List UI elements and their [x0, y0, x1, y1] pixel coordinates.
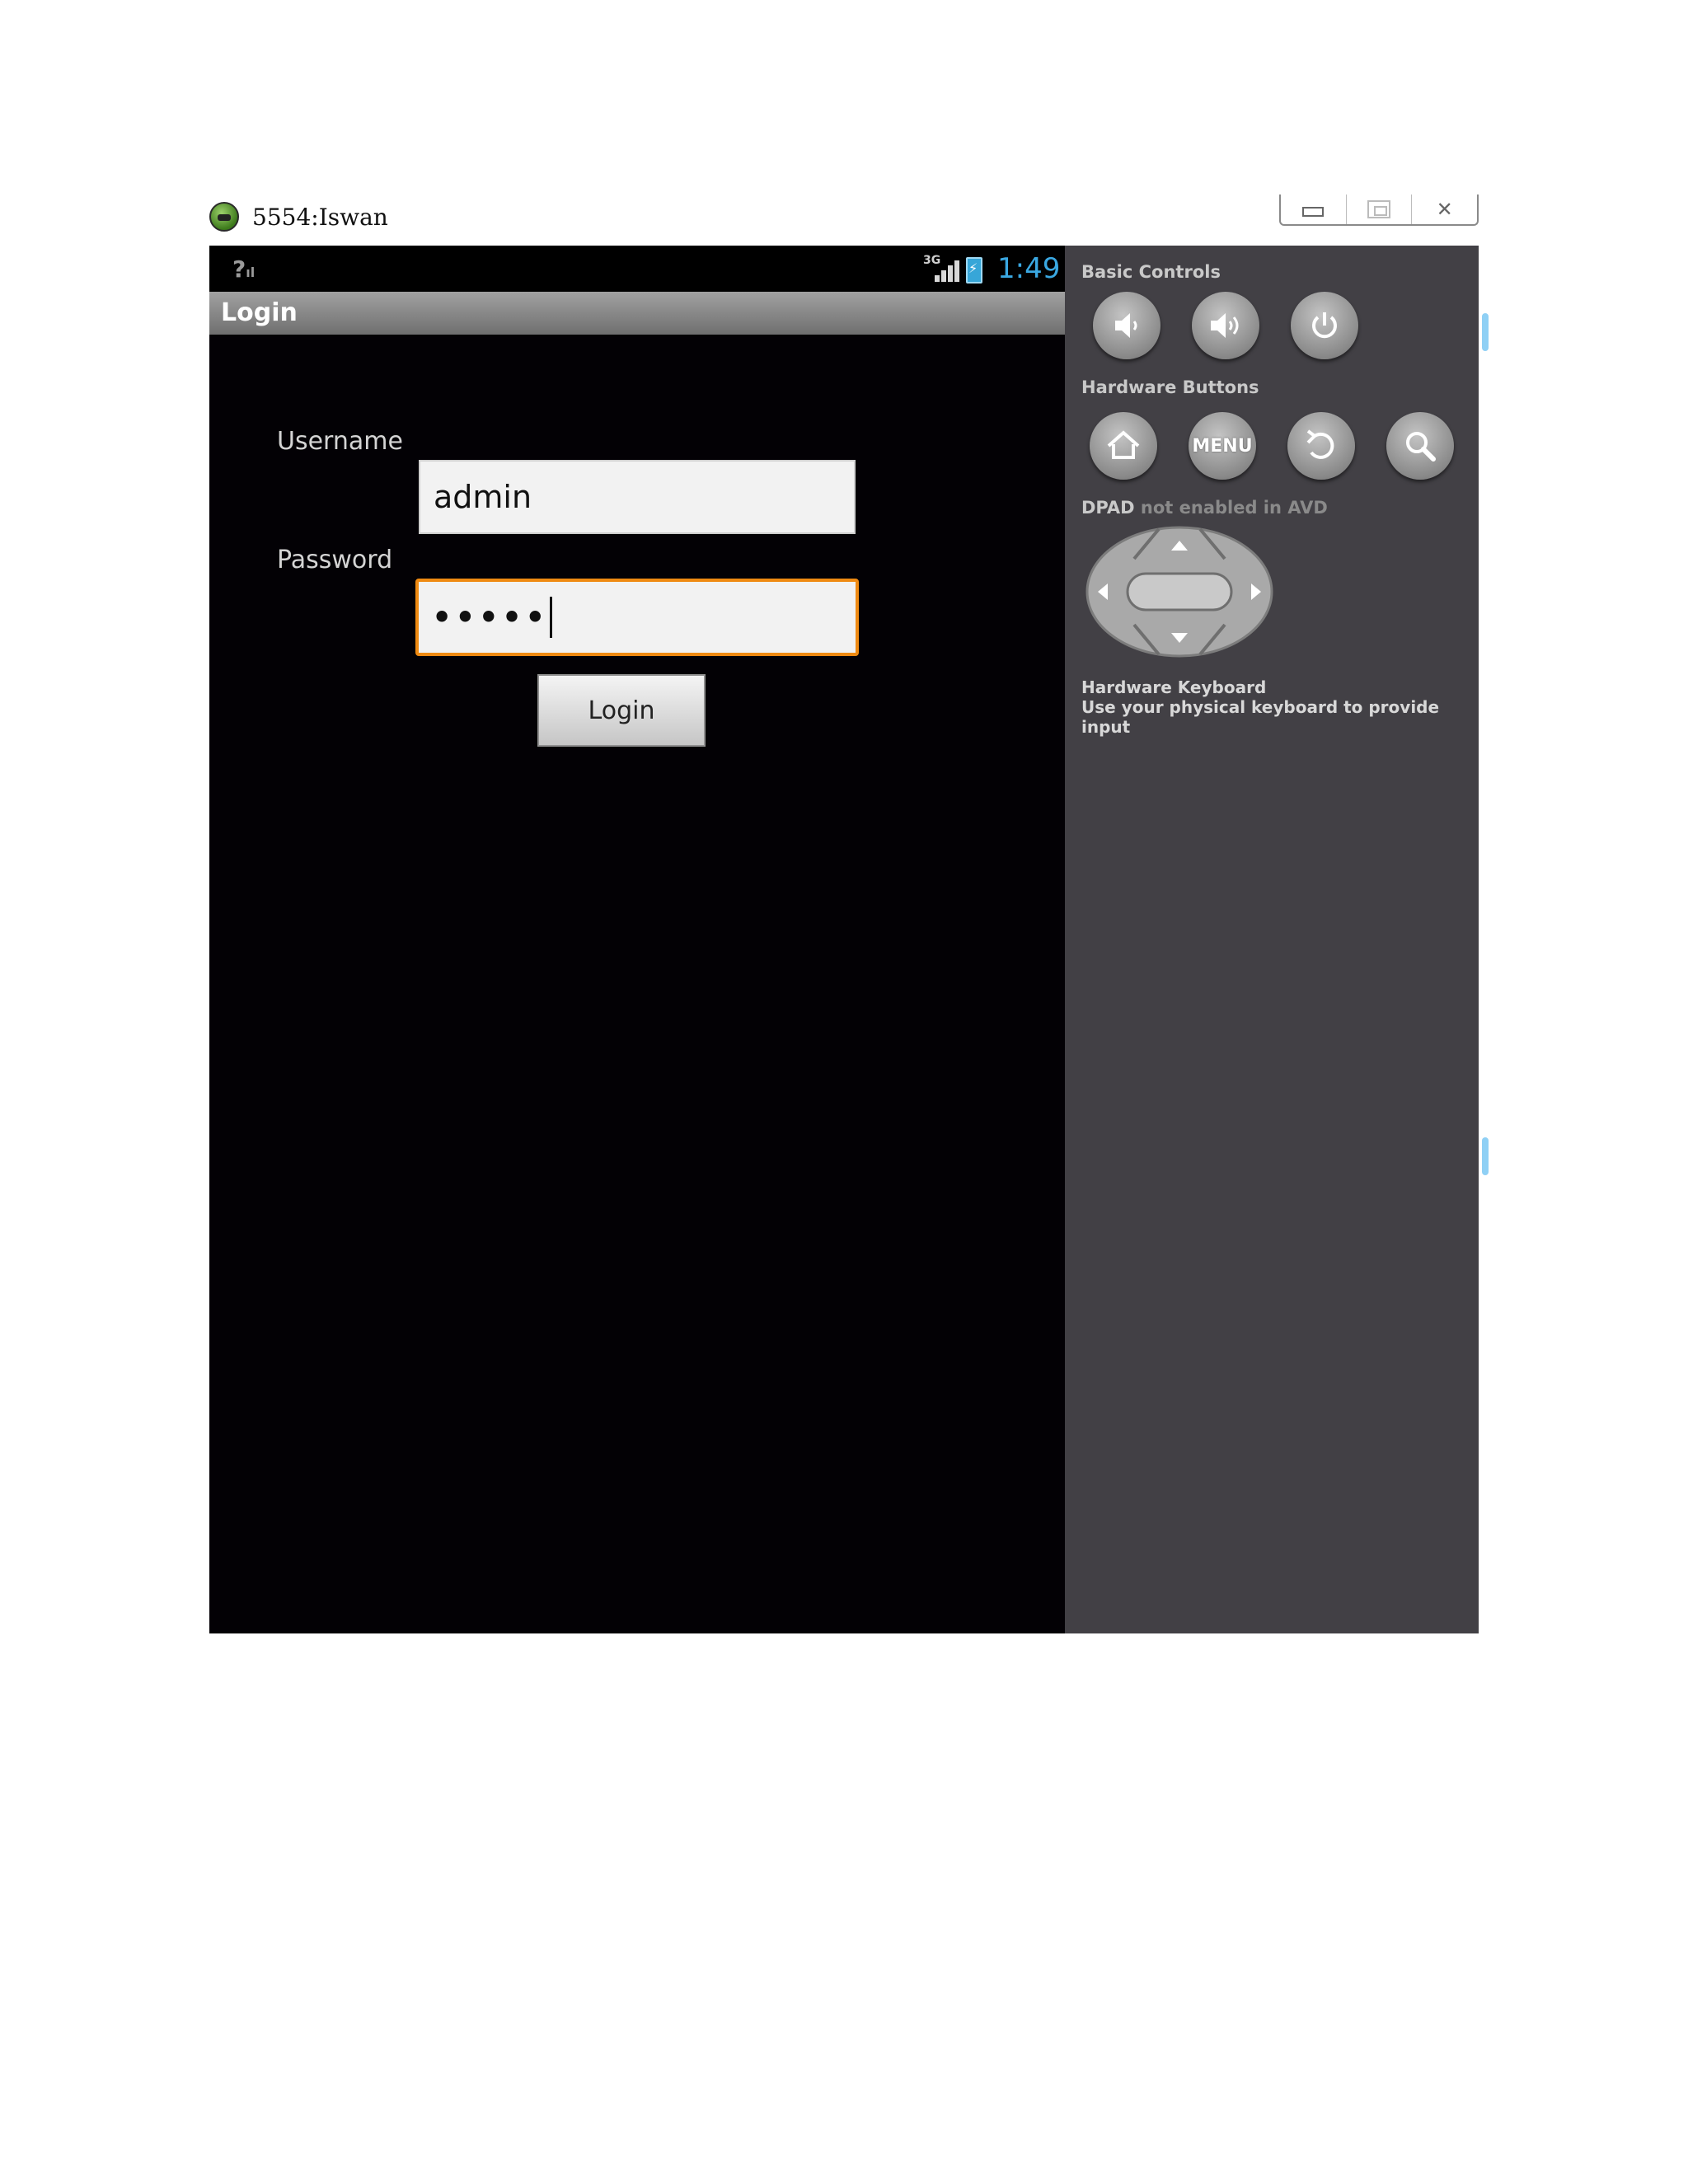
- username-field[interactable]: admin: [419, 460, 856, 534]
- password-masked-value: •••••: [432, 599, 549, 635]
- hardware-keyboard-title: Hardware Keyboard: [1081, 677, 1267, 697]
- username-label: Username: [277, 427, 403, 456]
- status-bar: ?ıl 3G 1:49: [209, 246, 1065, 292]
- home-button[interactable]: [1090, 412, 1157, 480]
- volume-up-icon: [1211, 313, 1239, 338]
- window-frame-highlight: [1482, 1137, 1489, 1175]
- hardware-keyboard-subtitle: Use your physical keyboard to provide in…: [1081, 697, 1440, 737]
- volume-up-button[interactable]: [1192, 292, 1259, 359]
- search-icon: [1406, 432, 1436, 462]
- network-type: 3G: [923, 254, 941, 267]
- android-emulator-icon: [209, 202, 239, 232]
- power-icon: [1312, 312, 1337, 339]
- dpad-control: [1085, 526, 1273, 658]
- battery-charging-icon: [966, 257, 982, 284]
- search-button[interactable]: [1386, 412, 1454, 480]
- window-controls: ✕: [1279, 194, 1479, 226]
- minimize-button[interactable]: [1281, 194, 1346, 224]
- no-signal-icon: ?ıl: [232, 255, 256, 283]
- text-cursor: [550, 597, 553, 638]
- close-icon: ✕: [1436, 198, 1453, 221]
- window-frame-highlight: [1482, 313, 1489, 351]
- username-value: admin: [434, 479, 532, 515]
- close-button[interactable]: ✕: [1411, 194, 1477, 224]
- emulator-controls-panel: Basic Controls Hardware Buttons MENU DPA…: [1065, 246, 1479, 1633]
- signal-3g-icon: 3G: [923, 254, 959, 282]
- no-signal-mark: ?: [232, 255, 246, 283]
- back-icon: [1306, 429, 1334, 459]
- window-title: 5554:Iswan: [252, 203, 388, 231]
- window-title-bar: 5554:Iswan: [209, 201, 388, 232]
- dpad-title-rest: not enabled in AVD: [1134, 498, 1328, 518]
- login-button-label: Login: [588, 696, 655, 725]
- power-button[interactable]: [1291, 292, 1358, 359]
- dpad-title-bold: DPAD: [1081, 498, 1135, 518]
- dpad-title: DPAD not enabled in AVD: [1081, 498, 1328, 518]
- home-icon: [1107, 430, 1140, 459]
- activity-title: Login: [221, 298, 298, 327]
- basic-controls-title: Basic Controls: [1081, 262, 1221, 282]
- hardware-buttons-title: Hardware Buttons: [1081, 377, 1259, 397]
- password-field[interactable]: •••••: [415, 579, 859, 656]
- maximize-icon: [1367, 200, 1390, 218]
- menu-button-label: MENU: [1192, 435, 1253, 457]
- minimize-icon: [1302, 207, 1325, 217]
- volume-down-button[interactable]: [1093, 292, 1160, 359]
- status-clock: 1:49: [997, 252, 1061, 285]
- action-bar: Login: [209, 292, 1065, 335]
- login-button[interactable]: Login: [537, 674, 706, 747]
- back-button[interactable]: [1287, 412, 1355, 480]
- maximize-button[interactable]: [1345, 194, 1412, 224]
- device-screen: ?ıl 3G 1:49 Login Username admin Passwor…: [209, 246, 1065, 1633]
- password-label: Password: [277, 546, 393, 574]
- menu-button[interactable]: MENU: [1189, 412, 1256, 480]
- volume-down-icon: [1115, 313, 1137, 338]
